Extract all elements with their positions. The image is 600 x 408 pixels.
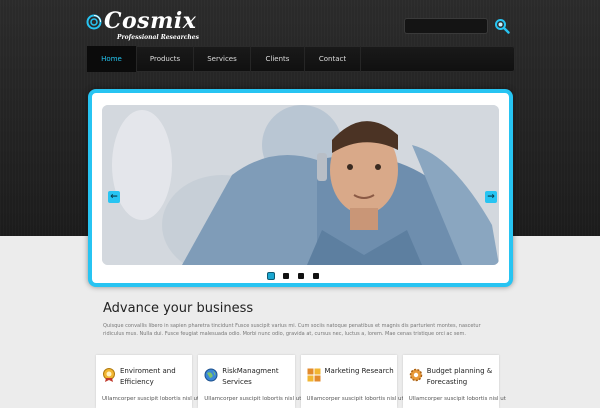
feature-title: Enviroment and Efficiency: [120, 367, 176, 386]
search-input[interactable]: [405, 24, 487, 39]
brand-name: Cosmix: [104, 8, 197, 34]
feature-text: Ullamcorper suscipit lobortis nisl ut: [204, 396, 302, 402]
section-heading: Advance your business: [103, 301, 254, 316]
feature-text: Ullamcorper suscipit lobortis nisl ut: [408, 396, 506, 402]
features-row: Enviroment and Efficiency Ullamcorper su…: [96, 355, 506, 408]
feature-text: Ullamcorper suscipit lobortis nisl ut: [306, 396, 404, 402]
award-icon: [103, 368, 115, 382]
logo-swirl-icon: [86, 14, 102, 30]
search-icon[interactable]: [494, 18, 510, 34]
nav-services[interactable]: Services: [194, 46, 251, 72]
slide-photo: [102, 105, 499, 265]
feature-text: Ullamcorper suscipit lobortis nisl ut: [102, 396, 200, 402]
feature-card-environment[interactable]: Enviroment and Efficiency Ullamcorper su…: [96, 355, 199, 408]
nav-home[interactable]: Home: [87, 46, 137, 72]
main-nav: Home Products Services Clients Contact: [87, 46, 515, 72]
slider-prev-button[interactable]: ←: [108, 191, 120, 203]
slider-dot-3[interactable]: [298, 273, 304, 279]
nav-contact[interactable]: Contact: [305, 46, 361, 72]
feature-title: Marketing Research: [324, 367, 394, 375]
slide-image: [102, 105, 499, 265]
feature-card-budget[interactable]: Budget planning & Forecasting Ullamcorpe…: [402, 355, 506, 408]
brand-tagline: Professional Researches: [117, 34, 199, 41]
intro-text: Quisque convallis libero in sapien phare…: [103, 323, 481, 337]
grid-icon: [307, 368, 320, 382]
feature-card-risk[interactable]: RiskManagment Services Ullamcorper susci…: [198, 355, 301, 408]
search-box: [404, 18, 488, 39]
nav-clients[interactable]: Clients: [251, 46, 305, 72]
globe-icon: [204, 368, 218, 382]
slider-pagination: [268, 273, 319, 279]
feature-title: RiskManagment Services: [222, 367, 279, 386]
nav-products[interactable]: Products: [137, 46, 194, 72]
slider-dot-4[interactable]: [313, 273, 319, 279]
slider-dot-1[interactable]: [268, 273, 274, 279]
feature-card-marketing[interactable]: Marketing Research Ullamcorper suscipit …: [300, 355, 404, 408]
feature-title: Budget planning & Forecasting: [426, 367, 493, 386]
slider-dot-2[interactable]: [283, 273, 289, 279]
slider-next-button[interactable]: →: [485, 191, 497, 203]
image-slider: ← →: [88, 89, 513, 287]
gear-icon: [409, 368, 422, 382]
